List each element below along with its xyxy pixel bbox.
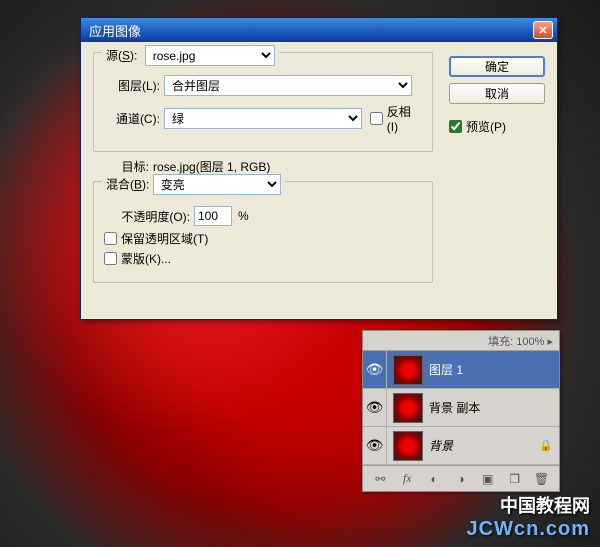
invert-label: 反相(I) — [387, 103, 422, 134]
mask-icon[interactable]: ◐ — [425, 471, 443, 487]
preserve-transparency-checkbox[interactable] — [104, 232, 117, 245]
layer-name[interactable]: 背景 副本 — [429, 399, 559, 416]
mask-checkbox[interactable] — [104, 252, 117, 265]
layer-name[interactable]: 背景 — [429, 437, 539, 454]
layer-list: 👁 图层 1 👁 背景 副本 👁 背景 🔒 — [363, 351, 559, 465]
layer-row[interactable]: 👁 背景 🔒 — [363, 427, 559, 465]
layer-label: 图层(L): — [104, 77, 160, 94]
target-row: 目标: rose.jpg(图层 1, RGB) — [93, 158, 433, 175]
trash-icon[interactable]: 🗑 — [532, 471, 550, 487]
fill-label: 填充: 100% ▸ — [488, 333, 553, 349]
close-button[interactable]: ✕ — [533, 21, 553, 39]
watermark-line1: 中国教程网 — [467, 492, 590, 518]
layer-name[interactable]: 图层 1 — [429, 361, 559, 378]
fx-icon[interactable]: fx — [398, 471, 416, 487]
cancel-button[interactable]: 取消 — [449, 83, 545, 104]
mask-label: 蒙版(K)... — [121, 250, 171, 267]
layer-row[interactable]: 👁 图层 1 — [363, 351, 559, 389]
channel-select[interactable]: 绿 — [164, 108, 362, 129]
source-select[interactable]: rose.jpg — [145, 45, 275, 66]
watermark: 中国教程网 JCWcn.com — [467, 492, 590, 541]
channel-label: 通道(C): — [104, 110, 160, 127]
lock-icon: 🔒 — [539, 439, 553, 452]
layer-thumbnail[interactable] — [393, 355, 423, 385]
dialog-buttons: 确定 取消 预览(P) — [449, 56, 545, 135]
target-label: 目标: — [93, 158, 149, 175]
ok-button[interactable]: 确定 — [449, 56, 545, 77]
layer-select[interactable]: 合并图层 — [164, 75, 412, 96]
link-icon[interactable]: ⚯ — [371, 471, 389, 487]
preview-label: 预览(P) — [466, 118, 506, 135]
target-value: rose.jpg(图层 1, RGB) — [153, 158, 270, 175]
blend-legend: 混合(B): 变亮 — [102, 174, 285, 195]
preserve-transparency-label: 保留透明区域(T) — [121, 230, 208, 247]
layers-panel-footer: ⚯ fx ◐ ◑ ▣ ❐ 🗑 — [363, 465, 559, 491]
layer-thumbnail[interactable] — [393, 431, 423, 461]
source-fieldset: 源(S): rose.jpg 图层(L): 合并图层 通道(C): 绿 — [93, 52, 433, 152]
dialog-title: 应用图像 — [89, 21, 533, 40]
group-icon[interactable]: ▣ — [479, 471, 497, 487]
invert-checkbox[interactable] — [370, 112, 383, 125]
visibility-icon[interactable]: 👁 — [366, 437, 384, 454]
layer-thumbnail[interactable] — [393, 393, 423, 423]
close-icon: ✕ — [538, 24, 547, 37]
apply-image-dialog: 应用图像 ✕ 源(S): rose.jpg 图层(L): 合并图层 通道(C): — [80, 17, 558, 320]
adjustment-icon[interactable]: ◑ — [452, 471, 470, 487]
layer-row[interactable]: 👁 背景 副本 — [363, 389, 559, 427]
source-legend: 源(S): rose.jpg — [102, 45, 279, 66]
dialog-titlebar[interactable]: 应用图像 ✕ — [81, 18, 557, 42]
layers-panel-header: 填充: 100% ▸ — [363, 331, 559, 351]
visibility-icon[interactable]: 👁 — [366, 361, 384, 378]
new-layer-icon[interactable]: ❐ — [506, 471, 524, 487]
opacity-label: 不透明度(O): — [104, 208, 190, 225]
layers-panel: 填充: 100% ▸ 👁 图层 1 👁 背景 副本 👁 背景 🔒 ⚯ fx ◐ … — [362, 330, 560, 492]
opacity-input[interactable] — [194, 206, 232, 226]
preview-checkbox[interactable] — [449, 120, 462, 133]
watermark-line2: JCWcn.com — [467, 518, 590, 541]
blend-mode-select[interactable]: 变亮 — [153, 174, 281, 195]
blend-fieldset: 混合(B): 变亮 不透明度(O): % 保留透明区域(T) 蒙版(K)... — [93, 181, 433, 283]
opacity-unit: % — [238, 209, 249, 223]
visibility-icon[interactable]: 👁 — [366, 399, 384, 416]
